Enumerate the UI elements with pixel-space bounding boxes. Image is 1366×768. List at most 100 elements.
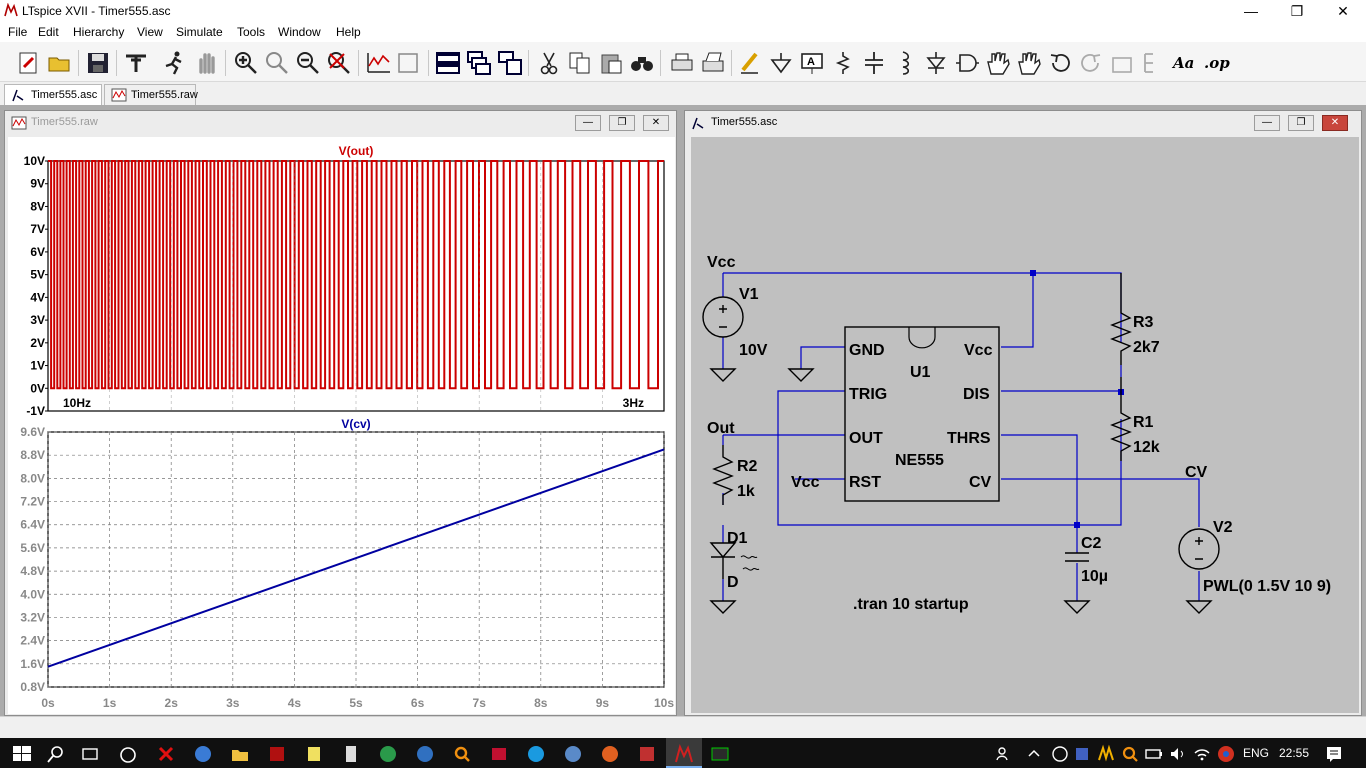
capacitor-icon[interactable] (861, 50, 887, 76)
waveform-close-button[interactable]: ✕ (643, 115, 669, 131)
diode-icon[interactable] (923, 50, 949, 76)
menu-window[interactable]: Window (278, 25, 321, 39)
spice-directive-button[interactable]: .op (1204, 54, 1230, 72)
menu-help[interactable]: Help (336, 25, 361, 39)
wifi-icon[interactable] (1192, 744, 1212, 764)
schematic-restore-button[interactable]: ❐ (1288, 115, 1314, 131)
menu-file[interactable]: File (8, 25, 27, 39)
menu-tools[interactable]: Tools (237, 25, 265, 39)
vcc-rst-label: Vcc (791, 474, 820, 491)
move-icon[interactable] (985, 50, 1011, 76)
undo-icon[interactable] (1047, 50, 1073, 76)
tab-timer555-raw[interactable]: Timer555.raw (104, 84, 198, 105)
inductor-icon[interactable] (892, 50, 918, 76)
taskbar-app-icon[interactable] (118, 744, 138, 764)
cut-icon[interactable] (536, 50, 562, 76)
chrome-icon[interactable] (1216, 744, 1236, 764)
schematic-close-button[interactable]: ✕ (1322, 115, 1348, 131)
rotate-icon[interactable] (1109, 50, 1135, 76)
minimize-button[interactable]: — (1228, 0, 1274, 22)
save-icon[interactable] (85, 50, 111, 76)
taskbar-app-icon[interactable] (563, 744, 583, 764)
control-panel-icon[interactable] (123, 50, 149, 76)
tray-icon[interactable] (1120, 744, 1140, 764)
task-view-icon[interactable] (80, 744, 100, 764)
label-net-icon[interactable]: A (799, 50, 825, 76)
draw-wire-icon[interactable] (738, 50, 764, 76)
firefox-icon[interactable] (600, 744, 620, 764)
notification-icon[interactable] (1324, 744, 1344, 764)
autorange-icon[interactable] (366, 50, 392, 76)
run-icon[interactable] (161, 50, 187, 76)
redo-icon[interactable] (1078, 50, 1104, 76)
skype-icon[interactable] (526, 744, 546, 764)
spice-directive-text[interactable]: .tran 10 startup (853, 596, 969, 613)
file-explorer-icon[interactable] (230, 744, 250, 764)
close-button[interactable]: ✕ (1320, 0, 1366, 22)
menu-view[interactable]: View (137, 25, 163, 39)
taskbar-app-icon[interactable] (637, 744, 657, 764)
ltspice-app-icon (4, 3, 18, 17)
restore-button[interactable]: ❐ (1274, 0, 1320, 22)
tile-horizontal-icon[interactable] (435, 50, 461, 76)
x-tick-label: 2s (165, 696, 179, 710)
tray-icon[interactable] (1050, 744, 1070, 764)
resistor-icon[interactable] (830, 50, 856, 76)
zoom-pan-icon[interactable] (264, 50, 290, 76)
ground-icon[interactable] (768, 50, 794, 76)
taskbar-app-icon[interactable] (415, 744, 435, 764)
halt-icon[interactable] (194, 50, 220, 76)
mirror-icon[interactable] (1140, 50, 1166, 76)
tray-icon[interactable] (1072, 744, 1092, 764)
taskbar-app-icon[interactable] (304, 744, 324, 764)
clock[interactable]: 22:55 (1279, 746, 1309, 760)
find-icon[interactable] (629, 50, 655, 76)
text-tool-button[interactable]: Aa (1173, 54, 1194, 72)
waveform-minimize-button[interactable]: — (575, 115, 601, 131)
waveform-window-titlebar[interactable]: Timer555.raw — ❐ ✕ (5, 111, 676, 134)
taskbar-app-icon[interactable] (710, 744, 730, 764)
taskbar-app-icon[interactable] (452, 744, 472, 764)
open-icon[interactable] (47, 50, 73, 76)
search-icon[interactable] (46, 744, 66, 764)
tile-vertical-icon[interactable] (497, 50, 523, 76)
plot-area[interactable]: V(out) 10V 9V 8V 7V 6V 5V 4V 3V 2V 1V 0V -1V 10Hz 3Hz V… (8, 137, 675, 714)
windows-start-icon[interactable] (12, 744, 32, 764)
volume-icon[interactable] (1168, 744, 1188, 764)
ltspice-taskbar-button[interactable] (666, 738, 702, 768)
tab-timer555-asc[interactable]: Timer555.asc (4, 84, 102, 105)
new-schematic-icon[interactable] (16, 50, 42, 76)
calculator-icon[interactable] (341, 744, 361, 764)
schematic-minimize-button[interactable]: — (1254, 115, 1280, 131)
taskbar-app-icon[interactable] (267, 744, 287, 764)
taskbar-app-icon[interactable] (489, 744, 509, 764)
zoom-fit-icon[interactable] (326, 50, 352, 76)
taskbar-app-icon[interactable] (378, 744, 398, 764)
people-icon[interactable] (994, 744, 1014, 764)
print-setup-icon[interactable] (700, 50, 726, 76)
taskbar-app-icon[interactable] (193, 744, 213, 764)
copy-icon[interactable] (567, 50, 593, 76)
zoom-out-icon[interactable] (295, 50, 321, 76)
menu-simulate[interactable]: Simulate (176, 25, 223, 39)
taskbar-app-icon[interactable] (156, 744, 176, 764)
menu-hierarchy[interactable]: Hierarchy (73, 25, 124, 39)
print-icon[interactable] (669, 50, 695, 76)
chevron-up-icon[interactable] (1024, 744, 1044, 764)
waveform-restore-button[interactable]: ❐ (609, 115, 635, 131)
annotation-3hz: 3Hz (623, 396, 644, 410)
battery-icon[interactable] (1144, 744, 1164, 764)
language-indicator[interactable]: ENG (1243, 746, 1269, 760)
component-icon[interactable] (954, 50, 980, 76)
drag-icon[interactable] (1016, 50, 1042, 76)
y-tick-label: 4.0V (20, 587, 45, 601)
fullscreen-icon[interactable] (396, 50, 422, 76)
window-title: LTspice XVII - Timer555.asc (22, 4, 171, 18)
tray-icon[interactable] (1096, 744, 1116, 764)
paste-icon[interactable] (598, 50, 624, 76)
zoom-in-icon[interactable] (233, 50, 259, 76)
menu-edit[interactable]: Edit (38, 25, 59, 39)
schematic-window-titlebar[interactable]: Timer555.asc — ❐ ✕ (685, 111, 1361, 134)
cascade-icon[interactable] (466, 50, 492, 76)
schematic-canvas[interactable]: Vcc V1 10V GND U1 Vcc TRIG DIS OUT THRS … (691, 137, 1359, 713)
